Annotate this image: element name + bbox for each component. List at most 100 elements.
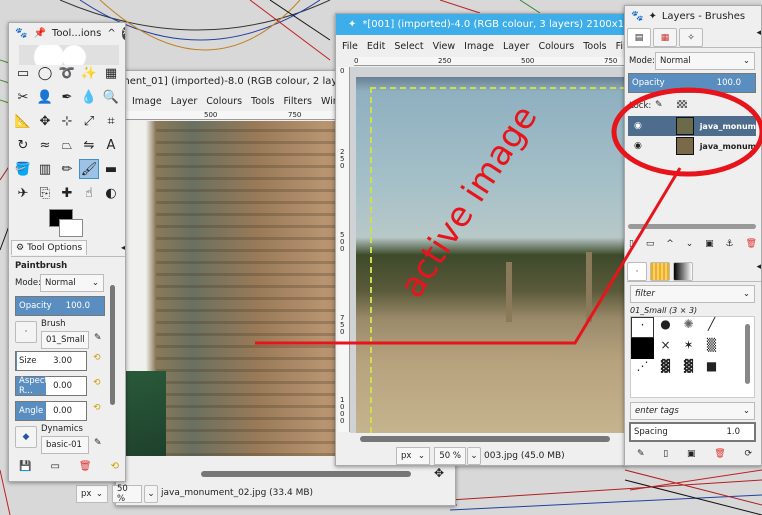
menu-image[interactable]: Image — [132, 96, 162, 107]
back-zoom-select[interactable]: 50 % — [112, 484, 142, 504]
restore-options-icon[interactable]: ▭ — [50, 461, 59, 472]
edit-brush-icon[interactable]: ✎ — [94, 333, 102, 343]
front-zoom-select[interactable]: 50 % — [434, 447, 466, 465]
tab-brushes[interactable]: · — [627, 262, 647, 281]
menu-edit[interactable]: Edit — [367, 41, 385, 52]
paths-icon[interactable]: ✒ — [57, 87, 77, 107]
scissors-icon[interactable]: ✂ — [13, 87, 33, 107]
color-picker-icon[interactable]: 💧 — [79, 87, 99, 107]
clone-icon[interactable]: ⎘ — [35, 183, 55, 203]
front-image-window[interactable]: ✦ *[001] (imported)-4.0 (RGB colour, 3 l… — [335, 13, 626, 466]
crop-icon[interactable]: ⌗ — [101, 111, 121, 131]
tab-gradients[interactable] — [673, 262, 693, 281]
duplicate-layer-icon[interactable]: ▣ — [705, 239, 714, 249]
layer-opacity-slider[interactable]: Opacity 100.0 — [628, 73, 756, 93]
new-layer-icon[interactable]: ▯ — [629, 239, 634, 249]
rotate-icon[interactable]: ↻ — [13, 135, 33, 155]
brush-item[interactable]: × — [654, 338, 677, 359]
front-unit-select[interactable]: px ⌄ — [396, 447, 430, 465]
angle-slider[interactable]: Angle 0.00 — [15, 401, 87, 421]
layer-mode-select[interactable]: Normal ⌄ — [655, 52, 755, 70]
refresh-brushes-icon[interactable]: ⟳ — [744, 449, 752, 459]
menu-tools[interactable]: Tools — [251, 96, 274, 107]
edit-brush-icon[interactable]: ✎ — [637, 449, 645, 459]
dynamics-field[interactable]: basic-01 — [41, 436, 89, 454]
size-slider[interactable]: Size 3.00 — [15, 351, 87, 371]
front-h-scrollbar[interactable] — [360, 436, 610, 442]
brush-item[interactable] — [631, 338, 654, 359]
tab-paths[interactable]: ✧ — [679, 28, 703, 47]
paintbrush-icon[interactable]: 🖌 — [79, 159, 99, 179]
lower-layer-icon[interactable]: ⌄ — [686, 239, 694, 249]
brush-item[interactable]: · — [631, 317, 654, 338]
pin-icon[interactable]: ✦ — [348, 19, 356, 30]
edit-dynamics-icon[interactable]: ✎ — [94, 438, 102, 448]
brush-item[interactable]: ╱ — [700, 317, 723, 338]
minimize-icon[interactable]: ^ — [107, 28, 115, 39]
menu-tools[interactable]: Tools — [583, 41, 606, 52]
lock-alpha-icon[interactable] — [677, 100, 687, 108]
brush-item[interactable]: ▓ — [677, 359, 700, 380]
tab-channels[interactable]: ▦ — [653, 28, 677, 47]
save-options-icon[interactable]: 💾 — [19, 461, 31, 472]
bucket-fill-icon[interactable]: 🪣 — [13, 159, 33, 179]
brush-item[interactable]: ■ — [700, 359, 723, 380]
brush-item[interactable]: ● — [654, 317, 677, 338]
brush-item[interactable]: ⋰ — [631, 359, 654, 380]
flip-icon[interactable]: ⇋ — [79, 135, 99, 155]
back-h-scrollbar[interactable] — [201, 471, 411, 477]
brush-grid[interactable]: · ● ✺ ╱ × ✶ ▒ ⋰ ▓ ▓ ■ — [630, 316, 755, 398]
duplicate-brush-icon[interactable]: ▣ — [687, 449, 696, 459]
warp-icon[interactable]: ≈ — [35, 135, 55, 155]
lock-pixels-icon[interactable]: ✎ — [655, 100, 663, 110]
raise-layer-icon[interactable]: ^ — [666, 239, 674, 249]
anchor-icon[interactable]: ⚓ — [726, 239, 734, 249]
toolbox-window[interactable]: 🐾 📌 Tool...ions ^ ✕ ▭◯➰✨▦✂👤✒💧🔍📐✥⊹⤢⌗↻≈⏢⇋A… — [8, 22, 126, 482]
zoom-dropdown[interactable]: ⌄ — [144, 485, 158, 503]
pin-icon[interactable]: 📌 — [33, 28, 45, 39]
tab-tool-options[interactable]: ⚙ Tool Options — [11, 240, 88, 255]
pencil-icon[interactable]: ✏ — [57, 159, 77, 179]
ellipse-select-icon[interactable]: ◯ — [35, 63, 55, 83]
reset-angle-icon[interactable]: ⟲ — [93, 403, 101, 413]
rect-select-icon[interactable]: ▭ — [13, 63, 33, 83]
visibility-eye-icon[interactable]: ◉ — [634, 141, 642, 151]
background-color[interactable] — [59, 219, 83, 237]
menu-filters[interactable]: Filters — [283, 96, 311, 107]
move-icon[interactable]: ✥ — [35, 111, 55, 131]
brush-item[interactable]: ✶ — [677, 338, 700, 359]
menu-select[interactable]: Select — [394, 41, 423, 52]
menu-layer[interactable]: Layer — [171, 96, 198, 107]
options-scrollbar[interactable] — [110, 285, 115, 405]
back-unit-select[interactable]: px ⌄ — [76, 485, 108, 503]
tab-menu-icon[interactable]: ◂ — [756, 262, 761, 281]
tab-patterns[interactable] — [650, 262, 670, 281]
zoom-icon[interactable]: 🔍 — [101, 87, 121, 107]
mode-select[interactable]: Normal ⌄ — [40, 274, 104, 292]
measure-icon[interactable]: 📐 — [13, 111, 33, 131]
new-group-icon[interactable]: ▭ — [646, 239, 655, 249]
tab-menu-icon[interactable]: ◂ — [121, 243, 125, 252]
menu-file[interactable]: File — [342, 41, 358, 52]
menu-colours[interactable]: Colours — [538, 41, 574, 52]
tab-menu-icon[interactable]: ◂ — [756, 28, 761, 47]
free-select-icon[interactable]: ➰ — [57, 63, 77, 83]
opacity-slider[interactable]: Opacity 100.0 — [15, 296, 105, 316]
layer-row[interactable]: ◉ java_monum — [628, 136, 756, 156]
spacing-slider[interactable]: Spacing 1.0 — [629, 422, 756, 442]
brush-filter-select[interactable]: filter ⌄ — [630, 285, 755, 303]
foreground-select-icon[interactable]: 👤 — [35, 87, 55, 107]
perspective-icon[interactable]: ⏢ — [57, 135, 77, 155]
smudge-icon[interactable]: ☝ — [79, 183, 99, 203]
heal-icon[interactable]: ✚ — [57, 183, 77, 203]
layer-row[interactable]: ◉ java_monum — [628, 116, 756, 136]
brush-preview-button[interactable]: · — [15, 321, 37, 343]
reset-options-icon[interactable]: ⟲ — [111, 461, 119, 472]
menu-colours[interactable]: Colours — [206, 96, 242, 107]
color-select-icon[interactable]: ▦ — [101, 63, 121, 83]
brush-item[interactable]: ▓ — [654, 359, 677, 380]
dynamics-button[interactable]: ◆ — [15, 426, 37, 448]
pin-icon[interactable]: ✦ — [648, 11, 656, 22]
delete-options-icon[interactable]: 🗑 — [79, 461, 92, 472]
menu-view[interactable]: View — [433, 41, 456, 52]
